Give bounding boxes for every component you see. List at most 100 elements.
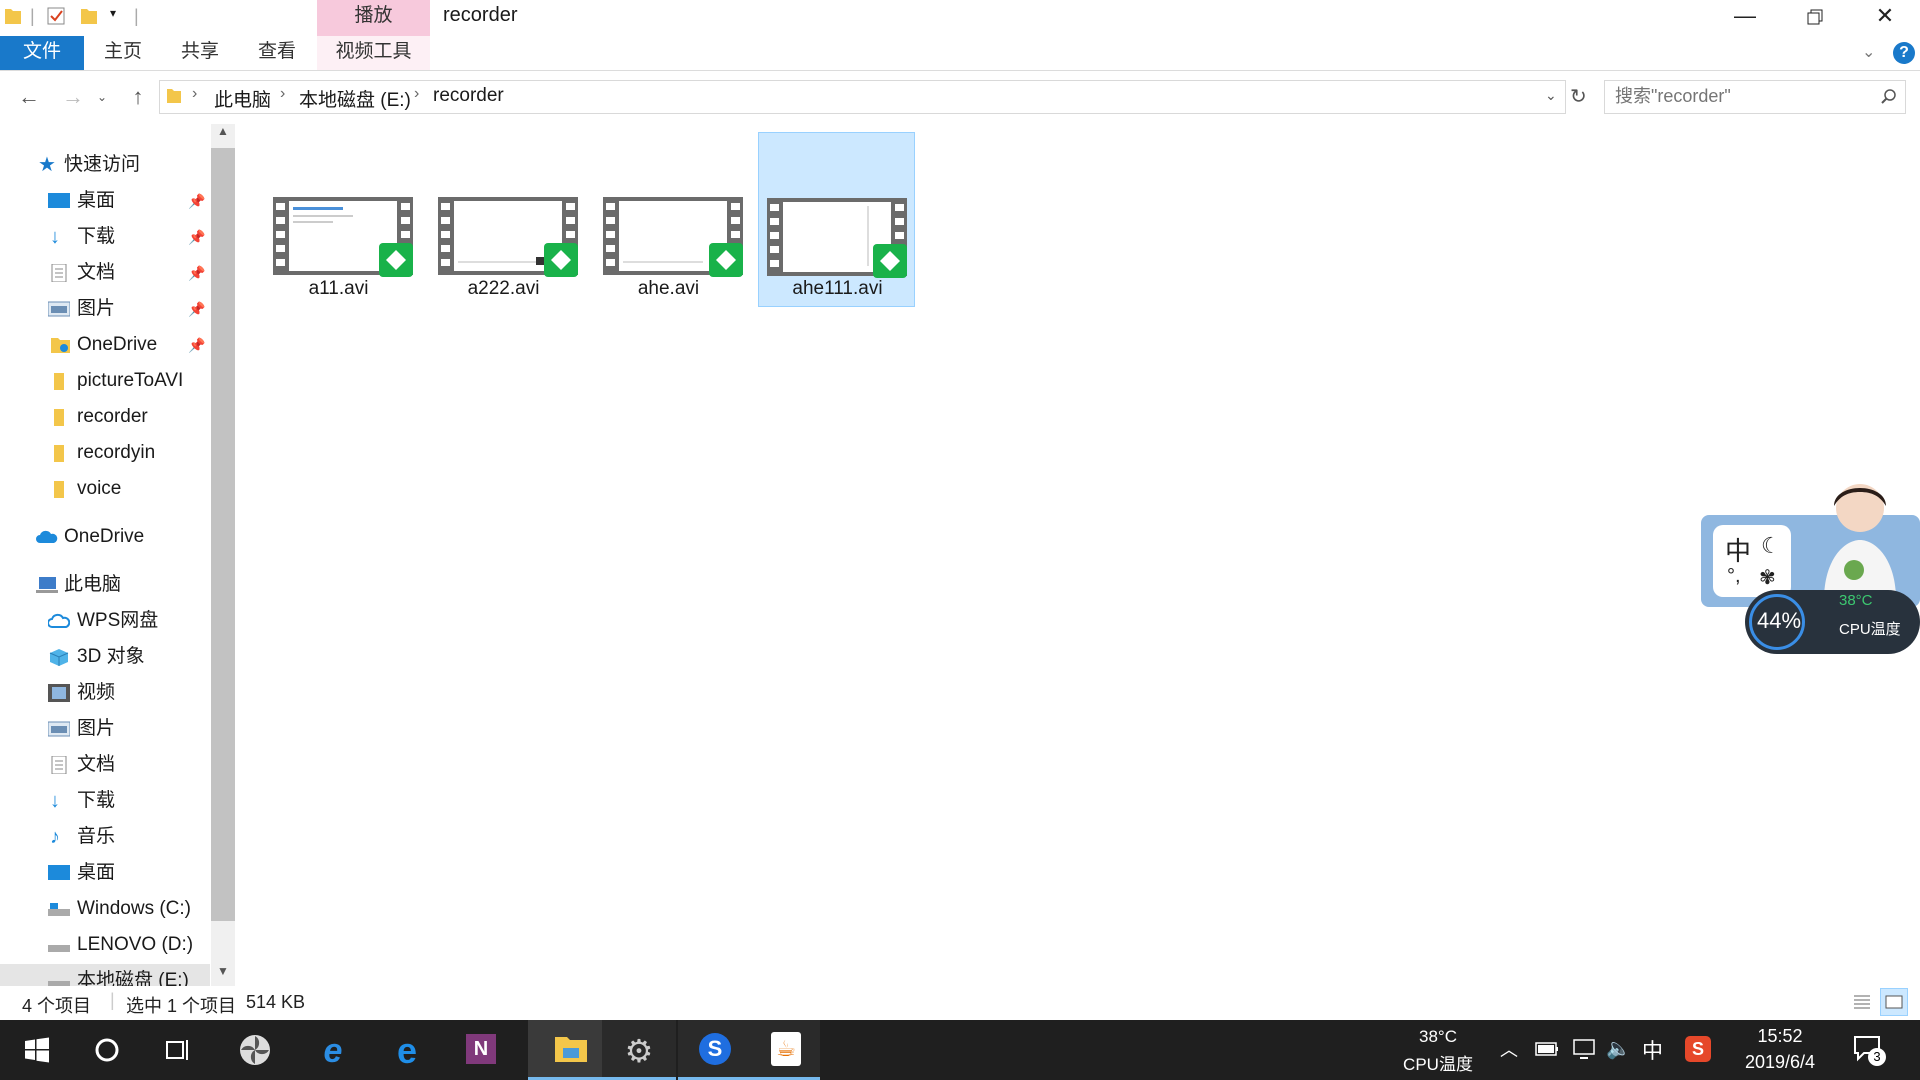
tab-video-tools[interactable]: 视频工具 xyxy=(317,36,430,70)
close-icon: ✕ xyxy=(1875,3,1895,28)
sidebar-item-this-pc[interactable]: 此电脑 xyxy=(0,568,210,602)
sidebar-item-label: recorder xyxy=(77,406,148,427)
help-icon[interactable]: ? xyxy=(1893,42,1915,64)
ime-toolbar[interactable]: 中 ☾ °, ✾ xyxy=(1713,525,1791,597)
tab-file[interactable]: 文件 xyxy=(0,36,84,70)
taskbar-app-ie[interactable]: e xyxy=(296,1020,370,1080)
taskbar-app-sogou[interactable]: S xyxy=(678,1020,752,1080)
search-box[interactable] xyxy=(1604,80,1906,114)
file-item[interactable]: ahe.avi xyxy=(590,132,747,307)
properties-icon[interactable] xyxy=(47,6,65,26)
cpu-percent: 44% xyxy=(1757,608,1802,633)
chevron-up-icon[interactable]: ︿ xyxy=(1500,1036,1518,1062)
sidebar-item-3d-objects[interactable]: 3D 对象 xyxy=(0,640,210,674)
taskbar-app-onenote[interactable]: N xyxy=(444,1020,518,1080)
search-input[interactable] xyxy=(1613,85,1867,108)
scrollbar-thumb[interactable] xyxy=(211,148,235,921)
sogou-ime-icon[interactable]: S xyxy=(1685,1036,1711,1062)
sidebar-item-onedrive[interactable]: OneDrive xyxy=(0,520,210,554)
minimize-button[interactable]: — xyxy=(1710,0,1780,34)
breadcrumb-drive-e[interactable]: 本地磁盘 (E:) xyxy=(299,85,411,112)
network-icon[interactable] xyxy=(1572,1038,1596,1060)
sidebar-item-downloads[interactable]: ↓ 下载 📌 xyxy=(0,220,210,254)
punctuation-icon[interactable]: °, xyxy=(1727,565,1741,588)
tray-cpu-temp[interactable]: 38°C xyxy=(1398,1027,1478,1047)
taskbar-app-java[interactable]: ☕ xyxy=(752,1020,820,1080)
address-bar[interactable]: › 此电脑 › 本地磁盘 (E:) › recorder ⌄ xyxy=(159,80,1566,114)
sogou-browser-icon: S xyxy=(699,1033,731,1065)
scroll-down-icon[interactable]: ▼ xyxy=(217,964,229,978)
video-file-icon xyxy=(438,197,578,277)
large-icons-view-button[interactable] xyxy=(1880,988,1908,1016)
start-button[interactable] xyxy=(0,1020,74,1080)
cpu-monitor[interactable]: 44% 38°C CPU温度 xyxy=(1745,590,1920,654)
tray-cpu-label[interactable]: CPU温度 xyxy=(1398,1050,1478,1075)
ribbon-expand-icon[interactable]: ⌄ xyxy=(1862,42,1875,62)
restore-button[interactable] xyxy=(1780,0,1850,34)
address-dropdown-icon[interactable]: ⌄ xyxy=(1545,87,1557,104)
sidebar-item-pictures[interactable]: 图片 📌 xyxy=(0,292,210,326)
qat-dropdown-icon[interactable]: ▾ xyxy=(110,6,116,20)
taskbar-app-edge[interactable]: e xyxy=(370,1020,444,1080)
sidebar-item-drive-d[interactable]: LENOVO (D:) xyxy=(0,928,210,962)
search-button[interactable] xyxy=(70,1020,144,1080)
refresh-icon[interactable]: ↻ xyxy=(1570,84,1587,109)
sidebar-item-wps[interactable]: WPS网盘 xyxy=(0,604,210,638)
sidebar-item-recordyin[interactable]: recordyin xyxy=(0,436,210,470)
breadcrumb-this-pc[interactable]: 此电脑 xyxy=(214,85,271,112)
close-button[interactable]: ✕ xyxy=(1850,0,1920,34)
breadcrumb-recorder[interactable]: recorder xyxy=(433,85,504,107)
back-button[interactable]: ← xyxy=(12,78,46,116)
taskbar-app-pinwheel[interactable] xyxy=(218,1020,292,1080)
file-item-selected[interactable]: ahe111.avi xyxy=(758,132,915,307)
scroll-up-icon[interactable]: ▲ xyxy=(217,124,229,138)
sidebar-item-pictures-pc[interactable]: 图片 xyxy=(0,712,210,746)
task-view-button[interactable] xyxy=(142,1020,216,1080)
sidebar-item-music[interactable]: ♪ 音乐 xyxy=(0,820,210,854)
forward-button[interactable]: → xyxy=(56,78,90,116)
sidebar-item-picturetoavi[interactable]: pictureToAVI xyxy=(0,364,210,398)
clock-time[interactable]: 15:52 xyxy=(1730,1026,1830,1047)
moon-icon[interactable]: ☾ xyxy=(1761,533,1781,559)
sidebar-item-onedrive-quick[interactable]: OneDrive 📌 xyxy=(0,328,210,362)
cloud-icon xyxy=(48,613,70,628)
file-item[interactable]: a222.avi xyxy=(425,132,582,307)
volume-icon[interactable]: 🔈 xyxy=(1606,1036,1631,1061)
new-folder-icon[interactable] xyxy=(80,6,98,26)
context-tab-play[interactable]: 播放 xyxy=(317,0,430,36)
ime-mode[interactable]: 中 xyxy=(1725,531,1751,568)
desktop-widget[interactable]: 中 ☾ °, ✾ 44% 38°C CPU温度 xyxy=(1700,470,1920,670)
battery-icon[interactable] xyxy=(1535,1040,1559,1058)
file-item[interactable]: a11.avi xyxy=(260,132,417,307)
recent-locations-button[interactable]: ⌄ xyxy=(92,78,112,116)
file-name: ahe111.avi xyxy=(792,278,883,299)
taskbar-app-settings[interactable]: ⚙ xyxy=(602,1020,676,1080)
sidebar-scrollbar[interactable]: ▲ ▼ xyxy=(211,124,235,986)
sidebar-item-videos[interactable]: 视频 xyxy=(0,676,210,710)
tab-home[interactable]: 主页 xyxy=(104,36,142,70)
sidebar-item-desktop[interactable]: 桌面 📌 xyxy=(0,184,210,218)
sidebar-item-desktop-pc[interactable]: 桌面 xyxy=(0,856,210,890)
tab-share[interactable]: 共享 xyxy=(181,36,219,70)
file-name: a11.avi xyxy=(308,278,369,299)
tab-view[interactable]: 查看 xyxy=(258,36,296,70)
sidebar-item-label: LENOVO (D:) xyxy=(77,934,194,955)
sidebar-item-voice[interactable]: voice xyxy=(0,472,210,506)
ime-indicator[interactable]: 中 xyxy=(1642,1035,1663,1065)
sidebar-item-quick-access[interactable]: ★ 快速访问 xyxy=(0,148,210,182)
sidebar-item-drive-c[interactable]: Windows (C:) xyxy=(0,892,210,926)
pin-icon: 📌 xyxy=(188,301,206,317)
clock-date[interactable]: 2019/6/4 xyxy=(1730,1052,1830,1073)
sidebar-item-documents-pc[interactable]: 文档 xyxy=(0,748,210,782)
sidebar-item-recorder[interactable]: recorder xyxy=(0,400,210,434)
up-button[interactable]: ↑ xyxy=(121,78,155,116)
sidebar-item-downloads-pc[interactable]: ↓ 下载 xyxy=(0,784,210,818)
video-file-icon xyxy=(273,197,413,277)
sidebar-item-documents[interactable]: 文档 📌 xyxy=(0,256,210,290)
butterfly-icon[interactable]: ✾ xyxy=(1759,565,1776,590)
sidebar-item-drive-e[interactable]: 本地磁盘 (E:) xyxy=(0,964,210,986)
cortana-icon xyxy=(95,1038,119,1062)
action-center-button[interactable]: 3 xyxy=(1852,1034,1892,1068)
search-icon[interactable] xyxy=(1881,89,1897,105)
details-view-icon[interactable] xyxy=(1852,992,1872,1012)
